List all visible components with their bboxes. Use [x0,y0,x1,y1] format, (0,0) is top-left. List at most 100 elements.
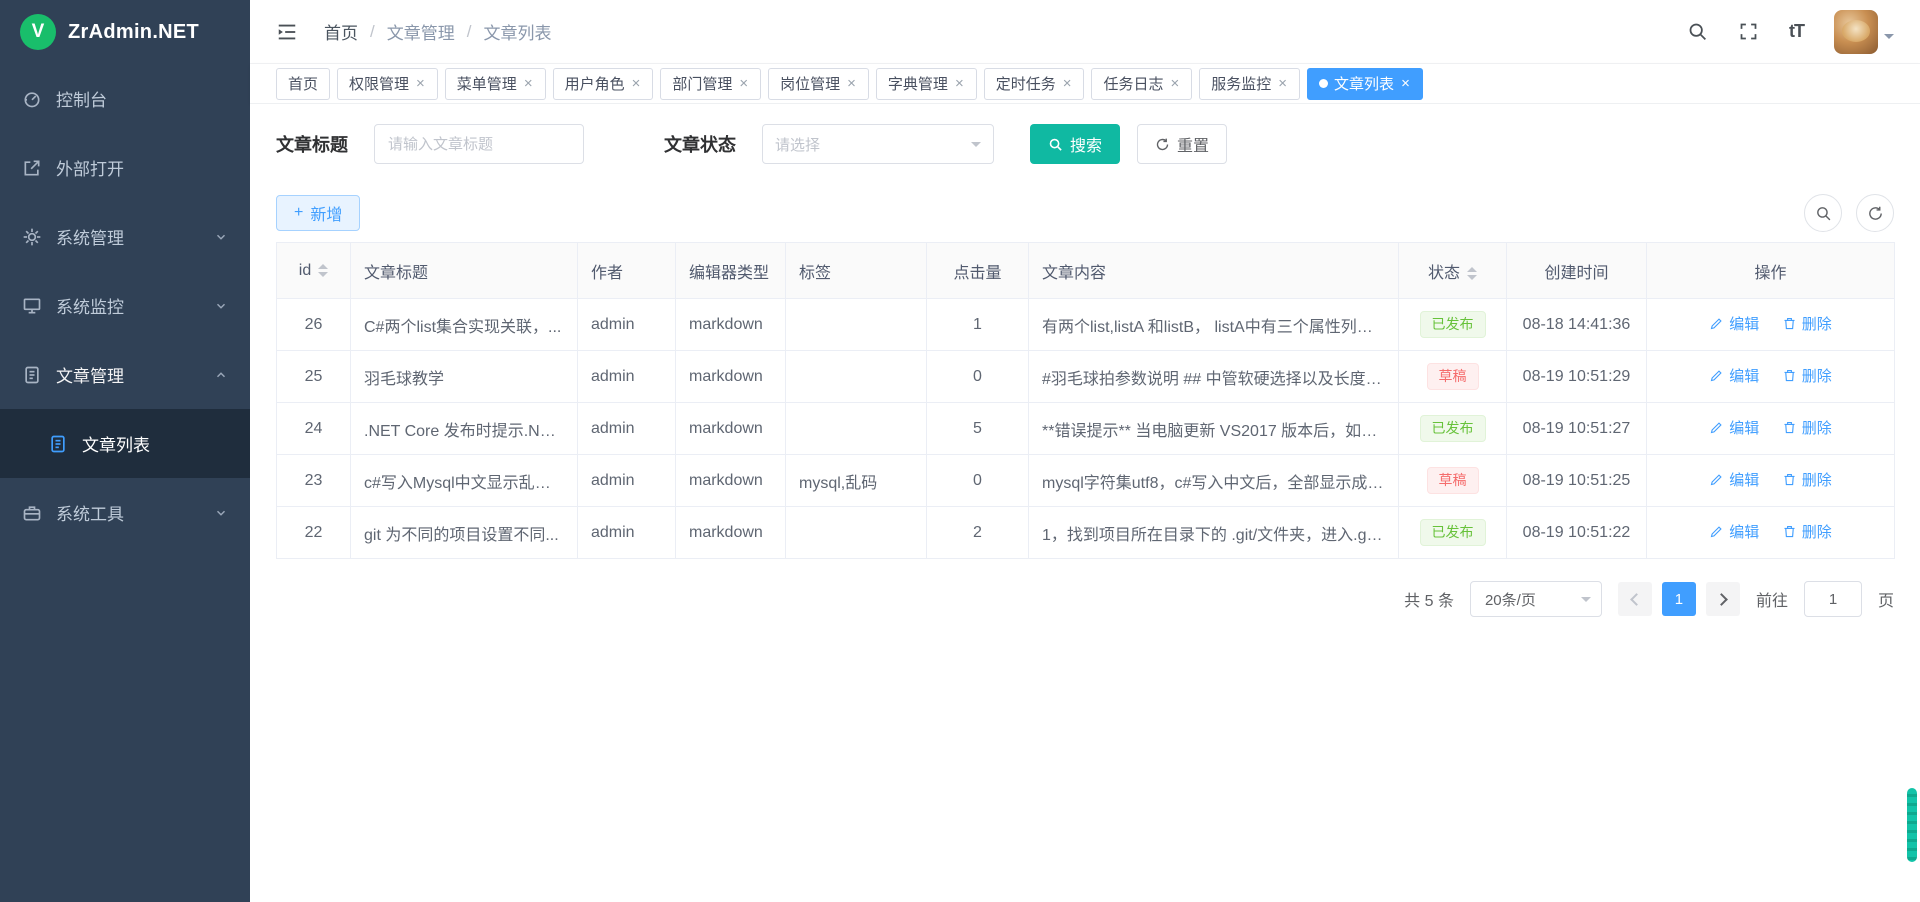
reset-button[interactable]: 重置 [1137,124,1227,164]
prev-page-button[interactable] [1618,582,1652,616]
font-size-icon[interactable]: tT [1789,21,1804,42]
sidebar-item-system-management[interactable]: 系统管理 [0,202,250,271]
sidebar-item-dashboard[interactable]: 控制台 [0,64,250,133]
tab-department[interactable]: 部门管理 × [660,68,761,100]
sidebar-item-article-management[interactable]: 文章管理 [0,340,250,409]
column-header-tags: 标签 [786,243,927,299]
sidebar-item-label: 文章列表 [82,431,150,456]
tab-dictionary[interactable]: 字典管理 × [876,68,977,100]
sidebar-item-article-list[interactable]: 文章列表 [0,409,250,478]
chevron-up-icon [214,368,228,382]
close-icon[interactable]: × [1170,76,1181,91]
page-number-button[interactable]: 1 [1662,582,1696,616]
cell-author: admin [578,351,676,403]
next-page-button[interactable] [1706,582,1740,616]
article-status-label: 文章状态 [664,131,736,157]
column-header-id[interactable]: id [277,243,351,299]
user-menu-caret-icon[interactable] [1884,34,1894,44]
cell-id: 26 [277,299,351,351]
tab-permission[interactable]: 权限管理 × [337,68,438,100]
sidebar: V ZrAdmin.NET 控制台 外部打开 系统管理 [0,0,250,902]
edit-button[interactable]: 编辑 [1709,469,1759,490]
tab-scheduled-task[interactable]: 定时任务 × [984,68,1085,100]
cell-tags [786,351,927,403]
search-icon[interactable] [1687,21,1708,42]
table-header-row: id 文章标题 作者 编辑器类型 标签 点击量 文章内容 状态 创建时间 操作 [277,243,1895,299]
cell-editor: markdown [676,507,786,559]
close-icon[interactable]: × [631,76,642,91]
search-icon [1048,137,1063,152]
status-badge: 已发布 [1420,519,1486,546]
tab-post[interactable]: 岗位管理 × [768,68,869,100]
delete-button[interactable]: 删除 [1782,469,1832,490]
tab-label: 用户角色 [565,73,625,94]
cell-status: 草稿 [1399,351,1507,403]
cell-tags [786,299,927,351]
refresh-icon [1155,137,1170,152]
cell-status: 已发布 [1399,299,1507,351]
add-button[interactable]: + 新增 [276,195,360,231]
edit-button[interactable]: 编辑 [1709,365,1759,386]
article-title-label: 文章标题 [276,131,348,157]
goto-page-input[interactable] [1804,581,1862,617]
tab-menu-management[interactable]: 菜单管理 × [445,68,546,100]
tab-article-list[interactable]: 文章列表 × [1307,68,1423,100]
table-row: 26 C#两个list集合实现关联，... admin markdown 1 有… [277,299,1895,351]
fullscreen-icon[interactable] [1738,21,1759,42]
toolbox-icon [22,503,42,523]
delete-button[interactable]: 删除 [1782,313,1832,334]
delete-button[interactable]: 删除 [1782,521,1832,542]
cell-clicks: 1 [927,299,1029,351]
collapse-sidebar-icon[interactable] [276,21,298,43]
delete-button[interactable]: 删除 [1782,417,1832,438]
sidebar-item-label: 文章管理 [56,362,124,387]
sidebar-item-external-open[interactable]: 外部打开 [0,133,250,202]
sort-icon[interactable] [318,264,328,277]
chevron-down-icon [1581,597,1591,607]
article-title-input[interactable] [374,124,584,164]
cell-title: c#写入Mysql中文显示乱码 ... [351,455,578,507]
close-icon[interactable]: × [954,76,965,91]
close-icon[interactable]: × [738,76,749,91]
tab-user-role[interactable]: 用户角色 × [553,68,654,100]
cell-id: 25 [277,351,351,403]
tab-home[interactable]: 首页 [276,68,330,100]
close-icon[interactable]: × [1277,76,1288,91]
sidebar-item-system-monitor[interactable]: 系统监控 [0,271,250,340]
close-icon[interactable]: × [1062,76,1073,91]
close-icon[interactable]: × [415,76,426,91]
column-header-title: 文章标题 [351,243,578,299]
column-header-content: 文章内容 [1029,243,1399,299]
cell-editor: markdown [676,455,786,507]
toggle-search-button[interactable] [1804,194,1842,232]
close-icon[interactable]: × [523,76,534,91]
close-icon[interactable]: × [846,76,857,91]
avatar[interactable] [1834,10,1878,54]
column-header-status[interactable]: 状态 [1399,243,1507,299]
tab-service-monitor[interactable]: 服务监控 × [1199,68,1300,100]
page-size-select[interactable]: 20条/页 [1470,581,1602,617]
status-badge: 已发布 [1420,311,1486,338]
sidebar-item-system-tools[interactable]: 系统工具 [0,478,250,547]
search-button[interactable]: 搜索 [1030,124,1120,164]
close-icon[interactable]: × [1400,76,1411,91]
refresh-table-button[interactable] [1856,194,1894,232]
gear-icon [22,227,42,247]
sort-icon[interactable] [1467,267,1477,280]
breadcrumb-article-management[interactable]: 文章管理 [387,19,455,44]
search-button-label: 搜索 [1070,132,1102,156]
edit-button[interactable]: 编辑 [1709,417,1759,438]
tab-label: 菜单管理 [457,73,517,94]
edit-button[interactable]: 编辑 [1709,521,1759,542]
article-status-select[interactable]: 请选择 [762,124,994,164]
tab-task-log[interactable]: 任务日志 × [1091,68,1192,100]
app-logo[interactable]: V ZrAdmin.NET [0,0,250,64]
cell-actions: 编辑 删除 [1647,455,1895,507]
breadcrumb-home[interactable]: 首页 [324,19,358,44]
chevron-down-icon [214,230,228,244]
cell-clicks: 2 [927,507,1029,559]
scrollbar-thumb[interactable] [1907,788,1917,862]
edit-button[interactable]: 编辑 [1709,313,1759,334]
delete-button[interactable]: 删除 [1782,365,1832,386]
cell-content: 1，找到项目所在目录下的 .git/文件夹，进入.git/... [1029,507,1399,559]
